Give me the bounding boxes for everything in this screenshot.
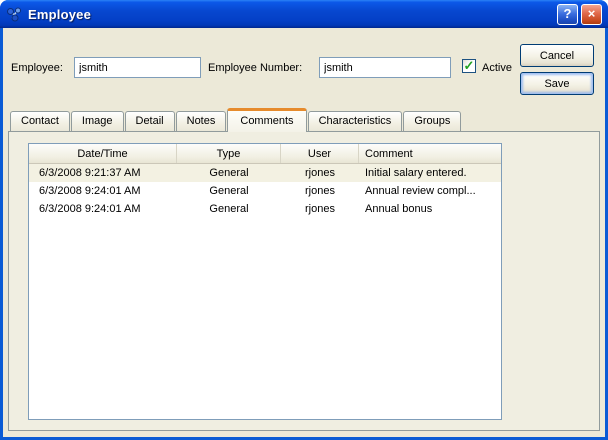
check-icon: ✓ [464, 61, 475, 71]
column-header-type[interactable]: Type [177, 144, 281, 163]
cell-type: General [177, 203, 281, 215]
column-header-datetime[interactable]: Date/Time [29, 144, 177, 163]
cell-type: General [177, 167, 281, 179]
app-icon [6, 6, 23, 23]
tab-notes[interactable]: Notes [176, 111, 227, 131]
cell-datetime: 6/3/2008 9:24:01 AM [29, 185, 177, 197]
cell-user: rjones [281, 203, 359, 215]
dialog-body: Employee: Employee Number: ✓ Active Canc… [3, 28, 605, 437]
help-button[interactable]: ? [557, 4, 578, 25]
tab-groups[interactable]: Groups [403, 111, 461, 131]
employee-number-input[interactable] [319, 57, 451, 78]
comments-table: Date/Time Type User Comment 6/3/2008 9:2… [28, 143, 502, 420]
cell-user: rjones [281, 185, 359, 197]
titlebar[interactable]: Employee ? × [0, 0, 608, 28]
active-checkbox[interactable]: ✓ [462, 59, 476, 73]
cancel-button[interactable]: Cancel [520, 44, 594, 67]
tab-strip: Contact Image Detail Notes Comments Char… [10, 108, 462, 131]
cell-comment: Annual bonus [359, 203, 501, 215]
table-header: Date/Time Type User Comment [29, 144, 501, 164]
cell-user: rjones [281, 167, 359, 179]
close-button[interactable]: × [581, 4, 602, 25]
tab-detail[interactable]: Detail [125, 111, 175, 131]
tab-contact[interactable]: Contact [10, 111, 70, 131]
tab-characteristics[interactable]: Characteristics [308, 111, 403, 131]
help-icon: ? [564, 6, 572, 21]
employee-dialog: Employee ? × Employee: Employee Number: … [0, 0, 608, 440]
employee-label: Employee: [11, 62, 63, 74]
table-row[interactable]: 6/3/2008 9:24:01 AM General rjones Annua… [29, 182, 501, 200]
cell-datetime: 6/3/2008 9:21:37 AM [29, 167, 177, 179]
table-row[interactable]: 6/3/2008 9:24:01 AM General rjones Annua… [29, 200, 501, 218]
tab-image[interactable]: Image [71, 111, 124, 131]
column-header-comment[interactable]: Comment [359, 144, 501, 163]
table-row[interactable]: 6/3/2008 9:21:37 AM General rjones Initi… [29, 164, 501, 182]
cell-datetime: 6/3/2008 9:24:01 AM [29, 203, 177, 215]
close-icon: × [588, 6, 596, 21]
tab-comments[interactable]: Comments [227, 108, 306, 132]
window-title: Employee [28, 7, 554, 22]
save-button[interactable]: Save [520, 72, 594, 95]
column-header-user[interactable]: User [281, 144, 359, 163]
active-label: Active [482, 62, 512, 74]
cell-comment: Annual review compl... [359, 185, 501, 197]
employee-number-label: Employee Number: [208, 62, 302, 74]
cell-type: General [177, 185, 281, 197]
employee-input[interactable] [74, 57, 201, 78]
cell-comment: Initial salary entered. [359, 167, 501, 179]
